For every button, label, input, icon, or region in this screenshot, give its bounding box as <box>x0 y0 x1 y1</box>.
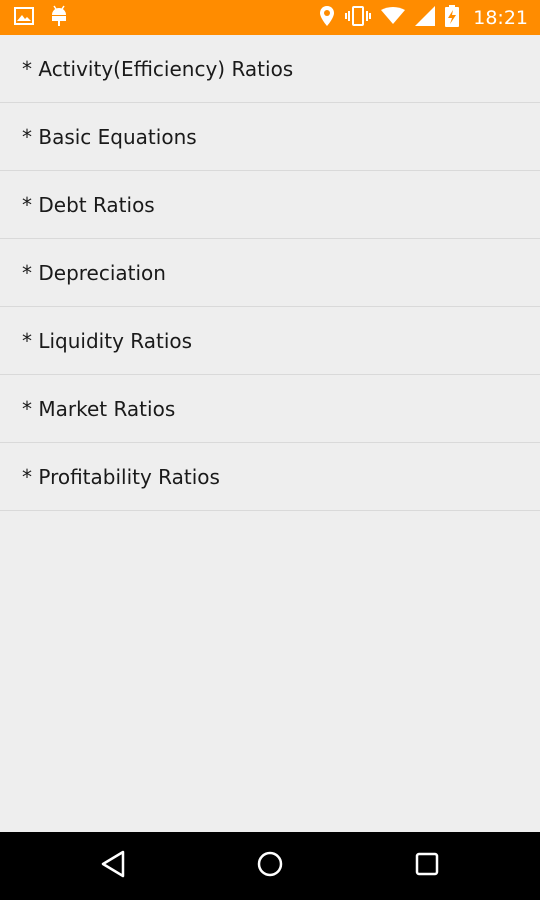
status-bar-system-icons: 18:21 <box>319 4 528 31</box>
list-item-activity-ratios[interactable]: * Activity(Efficiency) Ratios <box>0 35 540 103</box>
back-button[interactable] <box>93 846 133 886</box>
list-item-depreciation[interactable]: * Depreciation <box>0 239 540 307</box>
wifi-icon <box>381 6 406 29</box>
android-debug-icon <box>50 5 68 31</box>
list-item-debt-ratios[interactable]: * Debt Ratios <box>0 171 540 239</box>
ratio-category-list: * Activity(Efficiency) Ratios * Basic Eq… <box>0 35 540 511</box>
list-item-label: * Market Ratios <box>22 396 176 421</box>
list-item-liquidity-ratios[interactable]: * Liquidity Ratios <box>0 307 540 375</box>
location-icon <box>319 5 335 31</box>
signal-icon <box>415 5 436 30</box>
home-icon <box>256 850 284 882</box>
list-item-label: * Activity(Efficiency) Ratios <box>22 56 294 81</box>
list-item-label: * Depreciation <box>22 260 166 285</box>
list-item-label: * Profitability Ratios <box>22 464 220 489</box>
recents-icon <box>414 851 440 881</box>
navigation-bar <box>0 832 540 900</box>
vibrate-icon <box>345 5 372 30</box>
list-item-label: * Debt Ratios <box>22 192 155 217</box>
back-icon <box>100 850 126 882</box>
image-icon <box>14 6 34 29</box>
status-bar: 18:21 <box>0 0 540 35</box>
status-bar-notifications <box>14 5 68 31</box>
status-bar-time: 18:21 <box>473 6 528 29</box>
list-item-profitability-ratios[interactable]: * Profitability Ratios <box>0 443 540 511</box>
battery-charging-icon <box>445 4 460 31</box>
list-item-market-ratios[interactable]: * Market Ratios <box>0 375 540 443</box>
recents-button[interactable] <box>407 846 447 886</box>
home-button[interactable] <box>250 846 290 886</box>
list-item-label: * Basic Equations <box>22 124 197 149</box>
list-item-label: * Liquidity Ratios <box>22 328 193 353</box>
list-item-basic-equations[interactable]: * Basic Equations <box>0 103 540 171</box>
